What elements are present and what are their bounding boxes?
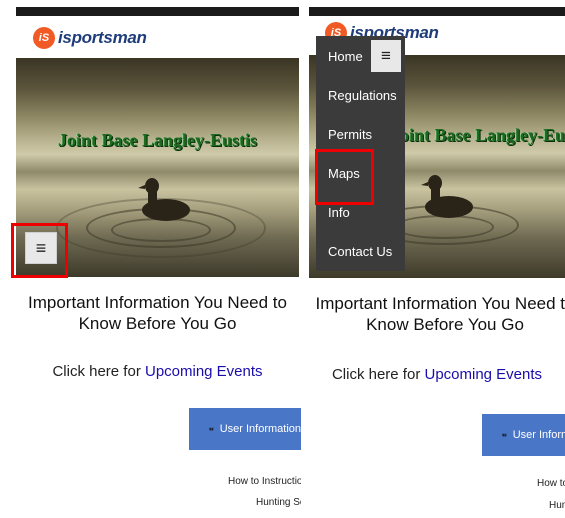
screenshot-right-panel: iS isportsman Joint Base Langley-Eustis … — [307, 0, 565, 518]
click-prefix: Click here for — [52, 363, 141, 380]
heading-line-1: Important Information You Need to — [28, 293, 287, 312]
user-information-label: User Information — [512, 429, 565, 441]
site-logo[interactable]: iS isportsman — [33, 25, 147, 51]
menu-item-contact-us[interactable]: Contact Us — [316, 232, 405, 271]
hero-title: Joint Base Langley-Eustis — [57, 130, 258, 150]
book-icon — [209, 427, 214, 431]
info-heading: Important Information You Need to Know B… — [16, 292, 299, 334]
user-information-button[interactable]: User Information — [189, 408, 301, 450]
heading-line-1: Important Information You Need to — [315, 294, 565, 313]
highlight-box-menu — [11, 223, 68, 278]
user-information-button[interactable]: User Information — [482, 414, 565, 456]
logo-text: isportsman — [58, 28, 147, 47]
upcoming-events-line: Click here for Upcoming Events — [16, 363, 299, 380]
info-heading: Important Information You Need to Know B… — [307, 293, 565, 335]
menu-toggle-button[interactable]: ≡ — [371, 40, 401, 72]
click-prefix: Click here for — [331, 366, 421, 383]
hamburger-icon: ≡ — [381, 46, 391, 65]
duck-silhouette — [138, 178, 190, 221]
isportsman-logo-icon: iS — [33, 27, 55, 49]
heading-line-2: Know Before You Go — [78, 314, 237, 333]
heading-line-2: Know Before You Go — [366, 315, 524, 334]
hero-title: Joint Base Langley-Eustis — [391, 125, 565, 145]
highlight-box-maps — [315, 149, 374, 205]
menu-item-regulations[interactable]: Regulations — [316, 76, 405, 115]
upcoming-events-link[interactable]: Upcoming Events — [145, 363, 263, 380]
top-bar — [309, 7, 565, 16]
upcoming-events-line: Click here for Upcoming Events — [309, 366, 565, 383]
user-information-label: User Information — [219, 423, 301, 435]
how-to-instructions-link[interactable]: How to Instructions — [228, 476, 301, 487]
duck-silhouette — [421, 175, 473, 218]
how-to-instructions-link[interactable]: How to Instructions — [537, 478, 565, 489]
screenshot-left-panel: iS isportsman Joint Base Langley-Eustis … — [0, 0, 301, 518]
hunting-season-link[interactable]: Hunting Season — [549, 500, 565, 511]
book-icon — [502, 433, 507, 437]
hunting-season-link[interactable]: Hunting Season — [256, 497, 301, 508]
top-bar — [16, 7, 299, 16]
upcoming-events-link[interactable]: Upcoming Events — [424, 366, 542, 383]
